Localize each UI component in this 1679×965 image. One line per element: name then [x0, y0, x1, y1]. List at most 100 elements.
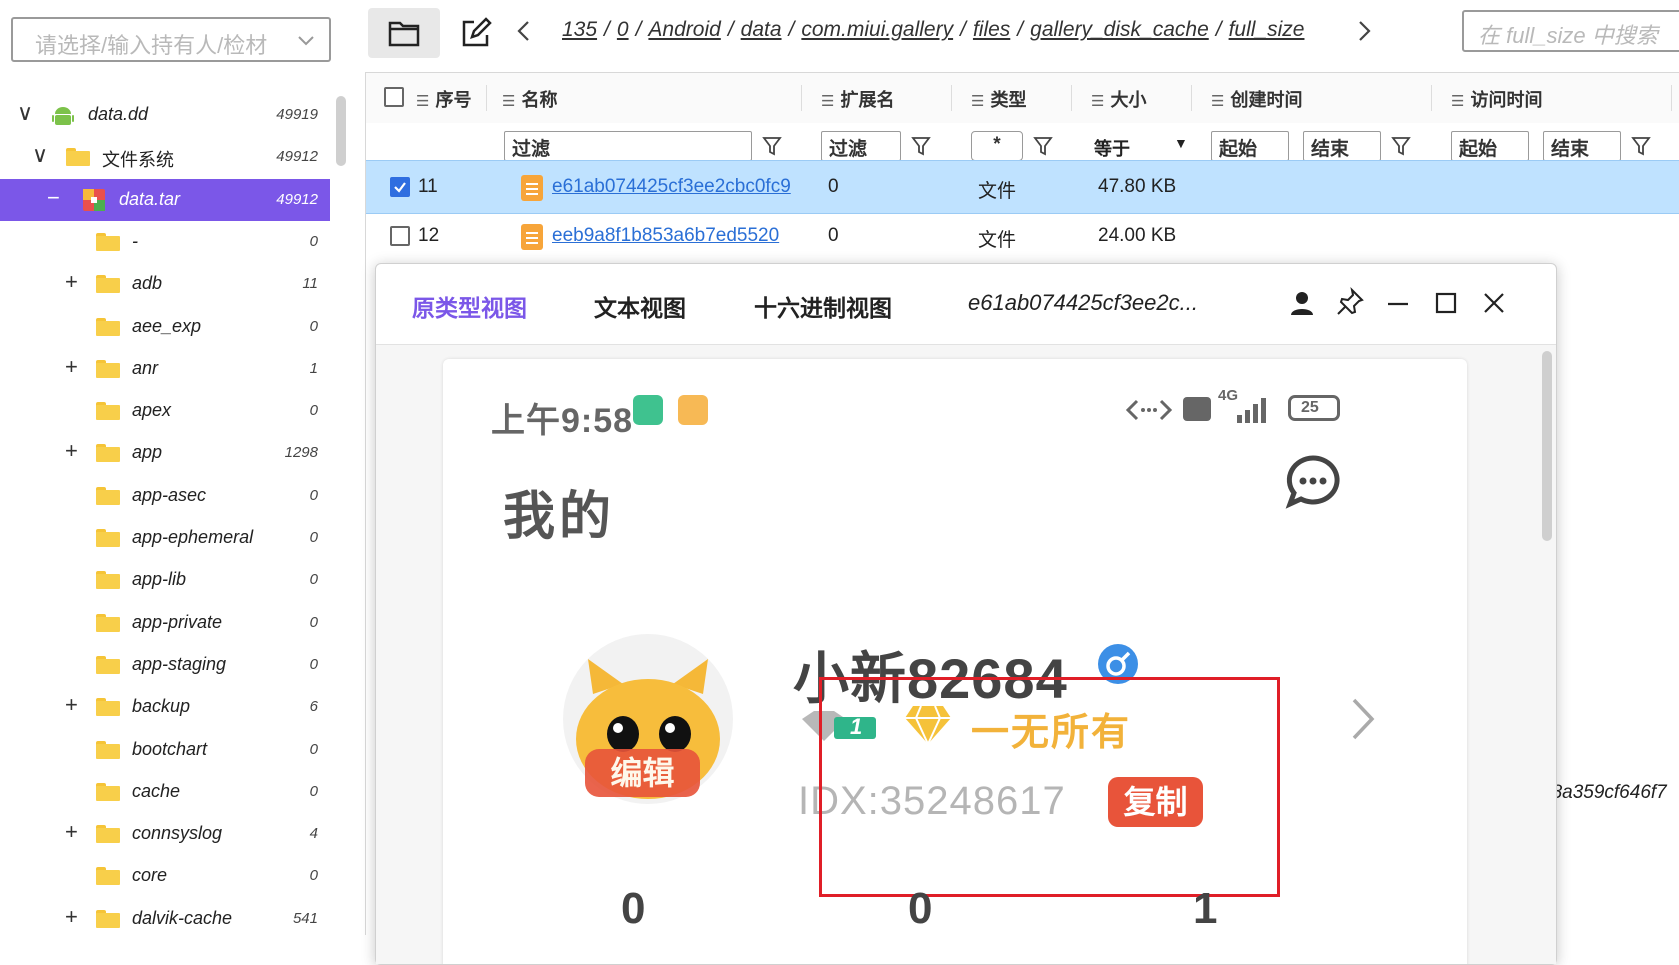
column-created[interactable]: ☰ 创建时间	[1211, 86, 1302, 112]
breadcrumb-separator: /	[1215, 18, 1222, 41]
caret-down-icon: ▼	[1174, 135, 1188, 151]
expand-icon[interactable]: +	[65, 904, 78, 930]
pin-button[interactable]	[1334, 286, 1366, 320]
breadcrumb-segment[interactable]: data	[741, 18, 782, 41]
tree-scrollbar[interactable]	[336, 96, 346, 166]
minimize-button[interactable]	[1382, 286, 1414, 320]
breadcrumb: 135 / 0 / Android / data / com.miui.gallery / file…	[562, 18, 1342, 42]
column-name[interactable]: ☰ 名称	[502, 86, 557, 112]
table-row[interactable]: 12 eeb9a8f1b853a6b7ed5520 0 文件 24.00 KB	[366, 210, 1679, 262]
breadcrumb-segment[interactable]: files	[973, 18, 1010, 41]
row-size: 47.80 KB	[1098, 176, 1177, 197]
preview-scrollbar[interactable]	[1542, 351, 1552, 541]
funnel-icon[interactable]	[1033, 135, 1053, 157]
tree-item[interactable]: + backup 6	[0, 686, 330, 728]
tree-item[interactable]: bootchart 0	[0, 729, 330, 771]
tree-item[interactable]: + anr 1	[0, 348, 330, 390]
path-search-input[interactable]: 在 full_size 中搜索	[1462, 10, 1679, 52]
tree-item[interactable]: − data.tar 49912	[0, 178, 330, 221]
tree-item[interactable]: + connsyslog 4	[0, 813, 330, 855]
type-filter-select[interactable]: *	[971, 131, 1023, 161]
size-operator-select[interactable]: 等于 ▼	[1094, 135, 1188, 161]
tab-hex-view[interactable]: 十六进制视图	[754, 289, 892, 323]
collapse-icon[interactable]: ∨	[17, 100, 33, 126]
row-extension: 0	[828, 225, 839, 246]
tree-item-label: app-private	[132, 611, 223, 632]
breadcrumb-segment[interactable]: 0	[617, 18, 629, 41]
funnel-icon[interactable]	[1631, 135, 1651, 157]
created-end-input[interactable]: 结束	[1303, 131, 1381, 161]
user-button[interactable]	[1286, 286, 1318, 320]
maximize-button[interactable]	[1430, 286, 1462, 320]
tree-item[interactable]: cache 0	[0, 771, 330, 813]
name-filter-input[interactable]: 过滤	[504, 131, 752, 161]
expand-icon[interactable]: +	[65, 354, 78, 380]
collapse-icon[interactable]: −	[47, 185, 60, 211]
open-folder-button[interactable]	[368, 8, 440, 58]
funnel-icon[interactable]	[911, 135, 931, 157]
evidence-holder-select[interactable]: 请选择/输入持有人/检材	[11, 17, 331, 62]
evidence-highlight-box	[819, 677, 1280, 897]
android-icon	[52, 107, 74, 125]
accessed-start-input[interactable]: 起始	[1451, 131, 1529, 161]
column-size-label: 大小	[1110, 90, 1147, 110]
tab-text-view[interactable]: 文本视图	[594, 289, 686, 323]
created-start-input[interactable]: 起始	[1211, 131, 1289, 161]
file-name-link[interactable]: e61ab074425cf3ee2cbc0fc9	[552, 176, 807, 198]
column-type[interactable]: ☰ 类型	[971, 86, 1026, 112]
column-index[interactable]: ☰ 序号	[416, 86, 471, 112]
funnel-icon[interactable]	[1391, 135, 1411, 157]
tree-item-count: 49912	[276, 190, 318, 208]
breadcrumb-segment[interactable]: Android	[648, 18, 720, 41]
tree-item[interactable]: app-private 0	[0, 602, 330, 644]
row-checkbox[interactable]	[390, 177, 410, 197]
collapse-icon[interactable]: ∨	[32, 142, 48, 168]
expand-icon[interactable]: +	[65, 692, 78, 718]
expand-icon[interactable]: +	[65, 819, 78, 845]
tree-item[interactable]: aee_exp 0	[0, 306, 330, 348]
breadcrumb-segment[interactable]: com.miui.gallery	[801, 18, 953, 41]
tree-item-count: 49912	[276, 148, 318, 166]
tree-item-count: 0	[309, 867, 318, 885]
close-button[interactable]	[1478, 286, 1510, 320]
breadcrumb-segment[interactable]: gallery_disk_cache	[1030, 18, 1209, 41]
tree-item-label: app-ephemeral	[132, 527, 254, 547]
tree-item[interactable]: apex 0	[0, 390, 330, 432]
folder-icon	[96, 909, 120, 928]
evidence-tree-panel: 请选择/输入持有人/检材 ∨ data.dd 49919 ∨ 文件系统 49912 − dat…	[0, 0, 331, 935]
extension-filter-input[interactable]: 过滤	[821, 131, 901, 161]
funnel-icon[interactable]	[762, 135, 782, 157]
select-all-checkbox[interactable]	[384, 87, 404, 107]
breadcrumb-segment[interactable]: 135	[562, 18, 597, 41]
tree-item-label: anr	[132, 357, 159, 378]
tree-item[interactable]: app-ephemeral 0	[0, 517, 330, 559]
tab-native-view[interactable]: 原类型视图	[412, 289, 527, 323]
tree-item[interactable]: core 0	[0, 855, 330, 897]
file-name-link[interactable]: eeb9a8f1b853a6b7ed5520	[552, 225, 807, 247]
expand-icon[interactable]: +	[65, 438, 78, 464]
column-extension[interactable]: ☰ 扩展名	[821, 86, 894, 112]
tree-item[interactable]: ∨ data.dd 49919	[0, 94, 330, 136]
tree-item[interactable]: app-lib 0	[0, 559, 330, 601]
back-button[interactable]	[512, 14, 542, 54]
expand-icon[interactable]: +	[65, 269, 78, 295]
tree-item[interactable]: app-asec 0	[0, 475, 330, 517]
column-size[interactable]: ☰ 大小	[1091, 86, 1146, 112]
tree-item[interactable]: + adb 11	[0, 263, 330, 305]
column-accessed[interactable]: ☰ 访问时间	[1451, 86, 1542, 112]
tree-item[interactable]: -0	[0, 221, 330, 263]
tree-item[interactable]: + dalvik-cache 541	[0, 898, 330, 940]
tree-item-label: core	[132, 865, 168, 886]
table-row[interactable]: 11 e61ab074425cf3ee2cbc0fc9 0 文件 47.80 KB	[366, 160, 1679, 214]
folder-icon	[96, 232, 120, 251]
chat-bubble-icon	[1285, 455, 1340, 509]
row-checkbox[interactable]	[390, 226, 410, 246]
breadcrumb-segment[interactable]: full_size	[1229, 18, 1305, 41]
tree-item-label: dalvik-cache	[132, 907, 233, 928]
accessed-end-input[interactable]: 结束	[1543, 131, 1621, 161]
tree-item[interactable]: ∨ 文件系统 49912	[0, 136, 330, 178]
forward-button[interactable]	[1352, 14, 1382, 54]
tree-item-label: cache	[132, 780, 181, 801]
tree-item[interactable]: + app 1298	[0, 432, 330, 474]
tree-item[interactable]: app-staging 0	[0, 644, 330, 686]
